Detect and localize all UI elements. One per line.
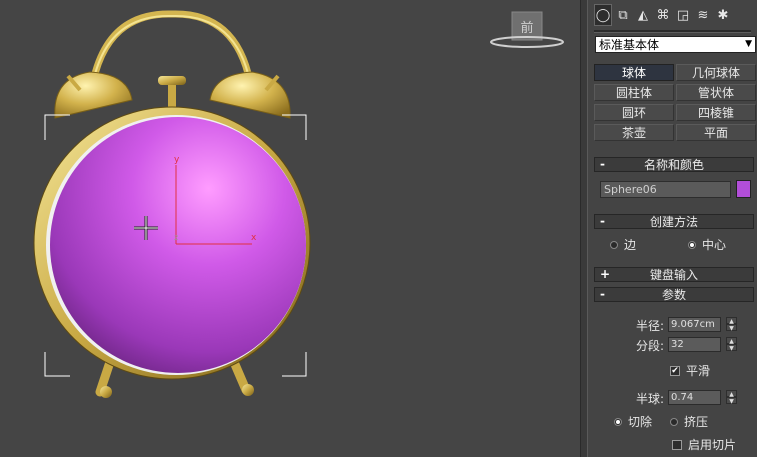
- object-type-pyramid-button[interactable]: 四棱锥: [676, 104, 756, 121]
- smooth-label: 平滑: [686, 364, 711, 378]
- radius-input[interactable]: 9.067cm: [668, 317, 721, 332]
- radio-dot-selected: [614, 417, 622, 426]
- radio-dot: [610, 240, 618, 249]
- hemisphere-input[interactable]: 0.74: [668, 390, 721, 405]
- radius-label: 半径:: [635, 319, 664, 333]
- radio-dot: [670, 417, 678, 426]
- axis-z-label: z: [174, 233, 178, 242]
- radio-center-label: 中心: [702, 238, 727, 252]
- create-tab-icon[interactable]: ◯: [594, 4, 612, 26]
- slice-on-checkbox[interactable]: 启用切片: [672, 436, 736, 453]
- category-dropdown-value: 标准基本体: [599, 38, 660, 52]
- object-type-plane-button[interactable]: 平面: [676, 124, 756, 141]
- radio-dot-selected: [688, 240, 696, 249]
- spacewarps-tab-icon[interactable]: ≋: [694, 4, 712, 26]
- radius-spinner[interactable]: ▲ ▼: [726, 317, 737, 332]
- helpers-tab-icon[interactable]: ◲: [674, 4, 692, 26]
- object-type-grid: 球体 几何球体 圆柱体 管状体 圆环 四棱锥 茶壶 平面: [594, 64, 757, 141]
- rollout-creation-method-title: 创建方法: [649, 215, 698, 229]
- systems-tab-icon[interactable]: ✱: [714, 4, 732, 26]
- rollout-keyboard-entry[interactable]: + 键盘输入: [594, 267, 754, 282]
- rollout-keyboard-entry-title: 键盘输入: [649, 268, 698, 282]
- radio-squash-label: 挤压: [684, 415, 709, 429]
- viewcube-label: 前: [520, 20, 533, 36]
- checkbox-checked-icon: ✔: [670, 365, 680, 376]
- alarm-clock-scene: 前 y x z: [33, 10, 564, 398]
- clock-top-button: [158, 76, 186, 85]
- viewcube-icon[interactable]: 前: [490, 11, 564, 48]
- object-type-sphere-button[interactable]: 球体: [594, 64, 674, 81]
- axis-x-label: x: [251, 233, 257, 243]
- radio-edge-label: 边: [624, 238, 637, 252]
- command-panel: ◯ ⧉ ◭ ⌘ ◲ ≋ ✱ 标准基本体 ▼ 球体 几何球体 圆柱体 管状体 圆环…: [588, 0, 757, 457]
- object-name-field[interactable]: Sphere06: [600, 181, 731, 198]
- rollout-name-color[interactable]: - 名称和颜色: [594, 157, 754, 172]
- radio-chop[interactable]: 切除: [614, 413, 652, 430]
- shapes-tab-icon[interactable]: ⧉: [614, 4, 632, 26]
- cameras-tab-icon[interactable]: ⌘: [654, 4, 672, 26]
- radio-squash[interactable]: 挤压: [670, 413, 708, 430]
- axis-y-label: y: [174, 155, 180, 165]
- bell-left: [54, 71, 133, 119]
- radio-chop-label: 切除: [628, 415, 653, 429]
- rollout-creation-method[interactable]: - 创建方法: [594, 214, 754, 229]
- rollout-parameters[interactable]: - 参数: [594, 287, 754, 302]
- segments-label: 分段:: [635, 339, 664, 353]
- segments-spinner[interactable]: ▲ ▼: [726, 337, 737, 352]
- separator: [594, 30, 751, 33]
- object-type-torus-button[interactable]: 圆环: [594, 104, 674, 121]
- panel-splitter[interactable]: [580, 0, 588, 457]
- object-type-cylinder-button[interactable]: 圆柱体: [594, 84, 674, 101]
- object-color-swatch[interactable]: [736, 180, 751, 198]
- viewport-perspective[interactable]: 前 y x z: [0, 0, 580, 457]
- object-type-tube-button[interactable]: 管状体: [676, 84, 756, 101]
- bell-right: [209, 71, 291, 119]
- slice-on-label: 启用切片: [688, 438, 737, 452]
- object-type-geosphere-button[interactable]: 几何球体: [676, 64, 756, 81]
- segments-input[interactable]: 32: [668, 337, 721, 352]
- command-panel-tabs: ◯ ⧉ ◭ ⌘ ◲ ≋ ✱: [594, 4, 732, 26]
- checkbox-unchecked-icon: [672, 439, 682, 450]
- rollout-parameters-title: 参数: [661, 288, 686, 302]
- hemisphere-spinner[interactable]: ▲ ▼: [726, 390, 737, 405]
- radio-edge[interactable]: 边: [610, 236, 636, 253]
- category-dropdown[interactable]: 标准基本体 ▼: [595, 36, 756, 53]
- object-type-teapot-button[interactable]: 茶壶: [594, 124, 674, 141]
- chevron-down-icon: ▼: [745, 39, 752, 49]
- smooth-checkbox[interactable]: ✔ 平滑: [670, 362, 710, 379]
- hemisphere-label: 半球:: [635, 392, 664, 406]
- radio-center[interactable]: 中心: [688, 236, 726, 253]
- rollout-name-color-title: 名称和颜色: [643, 158, 704, 172]
- lights-tab-icon[interactable]: ◭: [634, 4, 652, 26]
- clock-handle: [89, 10, 254, 86]
